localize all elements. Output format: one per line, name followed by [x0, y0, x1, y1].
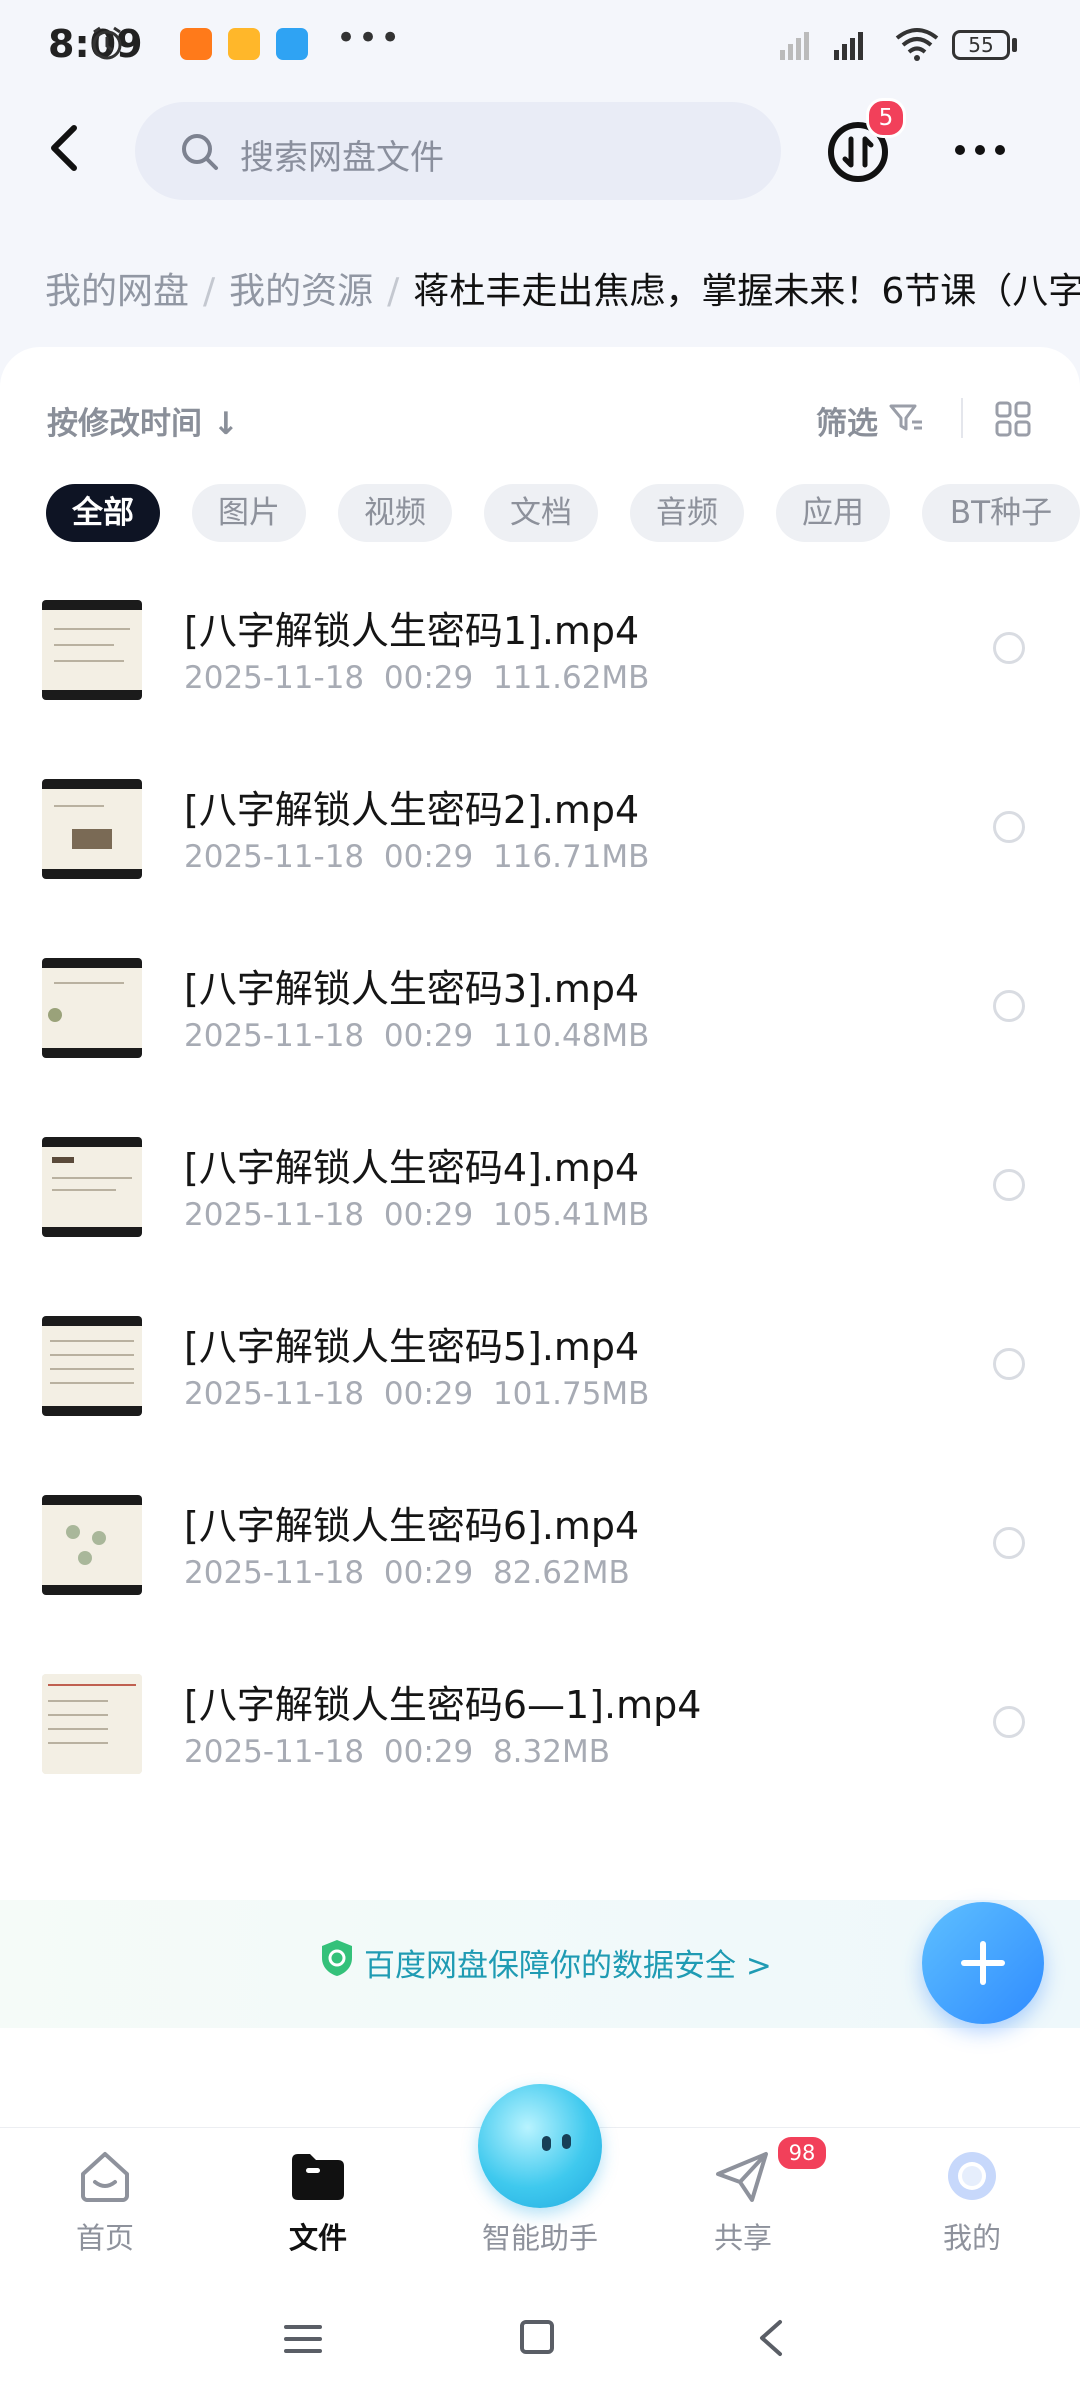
file-name: [八字解锁人生密码4].mp4 — [184, 1146, 640, 1190]
assistant-eye — [542, 2136, 551, 2151]
select-checkbox[interactable] — [993, 1527, 1025, 1559]
recent-apps-icon[interactable] — [284, 2324, 322, 2354]
video-thumbnail — [42, 958, 142, 1058]
file-name: [八字解锁人生密码1].mp4 — [184, 609, 640, 653]
select-checkbox[interactable] — [993, 990, 1025, 1022]
search-input[interactable] — [135, 102, 781, 200]
assistant-eye — [562, 2134, 571, 2149]
chip-documents[interactable]: 文档 — [484, 484, 598, 542]
signal-icon — [780, 32, 863, 60]
chip-images[interactable]: 图片 — [192, 484, 306, 542]
nav-share-label[interactable]: 共享 — [668, 2215, 818, 2257]
back-system-icon[interactable] — [756, 2318, 786, 2358]
profile-avatar-icon[interactable] — [944, 2148, 1000, 2204]
notes-app-icon — [228, 28, 260, 60]
wifi-icon — [895, 28, 939, 61]
breadcrumb-item-my-drive[interactable]: 我的网盘 — [45, 271, 189, 312]
breadcrumb-item-my-resources[interactable]: 我的资源 — [229, 271, 373, 312]
alarm-icon — [92, 26, 122, 60]
file-row[interactable]: [八字解锁人生密码6].mp4 2025-11-18 00:29 82.62MB — [0, 1475, 1080, 1654]
select-checkbox[interactable] — [993, 1706, 1025, 1738]
assistant-icon[interactable] — [478, 2084, 602, 2208]
file-meta: 2025-11-18 00:29 8.32MB — [184, 1734, 610, 1770]
video-thumbnail — [42, 779, 142, 879]
breadcrumb-current: 蒋杜丰走出焦虑，掌握未来！6节课（八字 — [413, 271, 1080, 312]
file-meta: 2025-11-18 00:29 82.62MB — [184, 1555, 630, 1591]
file-row[interactable]: [八字解锁人生密码1].mp4 2025-11-18 00:29 111.62M… — [0, 580, 1080, 759]
select-checkbox[interactable] — [993, 811, 1025, 843]
chip-audio[interactable]: 音频 — [630, 484, 744, 542]
file-row[interactable]: [八字解锁人生密码4].mp4 2025-11-18 00:29 105.41M… — [0, 1117, 1080, 1296]
file-name: [八字解锁人生密码5].mp4 — [184, 1325, 640, 1369]
share-paper-plane-icon[interactable] — [712, 2148, 772, 2204]
transfer-badge: 5 — [866, 98, 906, 138]
select-checkbox[interactable] — [993, 632, 1025, 664]
nav-assistant-label[interactable]: 智能助手 — [465, 2215, 615, 2257]
file-meta: 2025-11-18 00:29 105.41MB — [184, 1197, 650, 1233]
nav-files-label[interactable]: 文件 — [243, 2215, 393, 2257]
nav-home-label[interactable]: 首页 — [30, 2215, 180, 2257]
filter-icon[interactable] — [888, 402, 924, 434]
file-row[interactable]: [八字解锁人生密码3].mp4 2025-11-18 00:29 110.48M… — [0, 938, 1080, 1117]
chip-all[interactable]: 全部 — [46, 484, 160, 542]
file-name: [八字解锁人生密码3].mp4 — [184, 967, 640, 1011]
folder-icon[interactable] — [288, 2150, 348, 2202]
breadcrumb-separator: / — [203, 271, 216, 312]
chip-apps[interactable]: 应用 — [776, 484, 890, 542]
file-meta: 2025-11-18 00:29 116.71MB — [184, 839, 650, 875]
file-row[interactable]: [八字解锁人生密码6—1].mp4 2025-11-18 00:29 8.32M… — [0, 1654, 1080, 1833]
battery-tip — [1012, 38, 1017, 52]
file-row[interactable]: [八字解锁人生密码2].mp4 2025-11-18 00:29 116.71M… — [0, 759, 1080, 938]
home-system-button[interactable] — [520, 2320, 554, 2354]
select-checkbox[interactable] — [993, 1169, 1025, 1201]
file-row[interactable]: [八字解锁人生密码5].mp4 2025-11-18 00:29 101.75M… — [0, 1296, 1080, 1475]
breadcrumb-separator: / — [387, 271, 400, 312]
video-thumbnail — [42, 600, 142, 700]
file-meta: 2025-11-18 00:29 111.62MB — [184, 660, 650, 696]
back-arrow-icon[interactable] — [36, 118, 96, 178]
shield-icon — [322, 1940, 352, 1976]
search-icon — [182, 134, 218, 170]
nav-me-label[interactable]: 我的 — [897, 2215, 1047, 2257]
filter-button[interactable]: 筛选 — [816, 398, 878, 443]
more-menu-icon[interactable] — [952, 140, 1008, 160]
search-placeholder: 搜索网盘文件 — [240, 138, 444, 178]
chip-bt-torrent[interactable]: BT种子 — [922, 484, 1080, 542]
home-icon[interactable] — [77, 2148, 133, 2204]
file-name: [八字解锁人生密码6].mp4 — [184, 1504, 640, 1548]
share-badge: 98 — [775, 2134, 829, 2172]
grid-view-icon[interactable] — [994, 400, 1032, 438]
more-notifications-icon: ••• — [336, 18, 403, 58]
select-checkbox[interactable] — [993, 1348, 1025, 1380]
mi-app-icon — [180, 28, 212, 60]
chip-videos[interactable]: 视频 — [338, 484, 452, 542]
video-thumbnail — [42, 1674, 142, 1774]
video-thumbnail — [42, 1316, 142, 1416]
file-meta: 2025-11-18 00:29 110.48MB — [184, 1018, 650, 1054]
video-thumbnail — [42, 1495, 142, 1595]
battery-indicator: 55 — [952, 30, 1010, 60]
file-name: [八字解锁人生密码2].mp4 — [184, 788, 640, 832]
file-name: [八字解锁人生密码6—1].mp4 — [184, 1683, 702, 1727]
safety-banner-text[interactable]: 百度网盘保障你的数据安全 > — [364, 1940, 772, 1985]
video-thumbnail — [42, 1137, 142, 1237]
sort-button[interactable]: 按修改时间 ↓ — [47, 398, 239, 443]
file-meta: 2025-11-18 00:29 101.75MB — [184, 1376, 650, 1412]
toolbar-divider — [961, 398, 963, 438]
breadcrumb: 我的网盘 / 我的资源 / 蒋杜丰走出焦虑，掌握未来！6节课（八字 — [45, 262, 1080, 314]
plus-icon-vertical — [980, 1941, 986, 1985]
upload-app-icon — [276, 28, 308, 60]
